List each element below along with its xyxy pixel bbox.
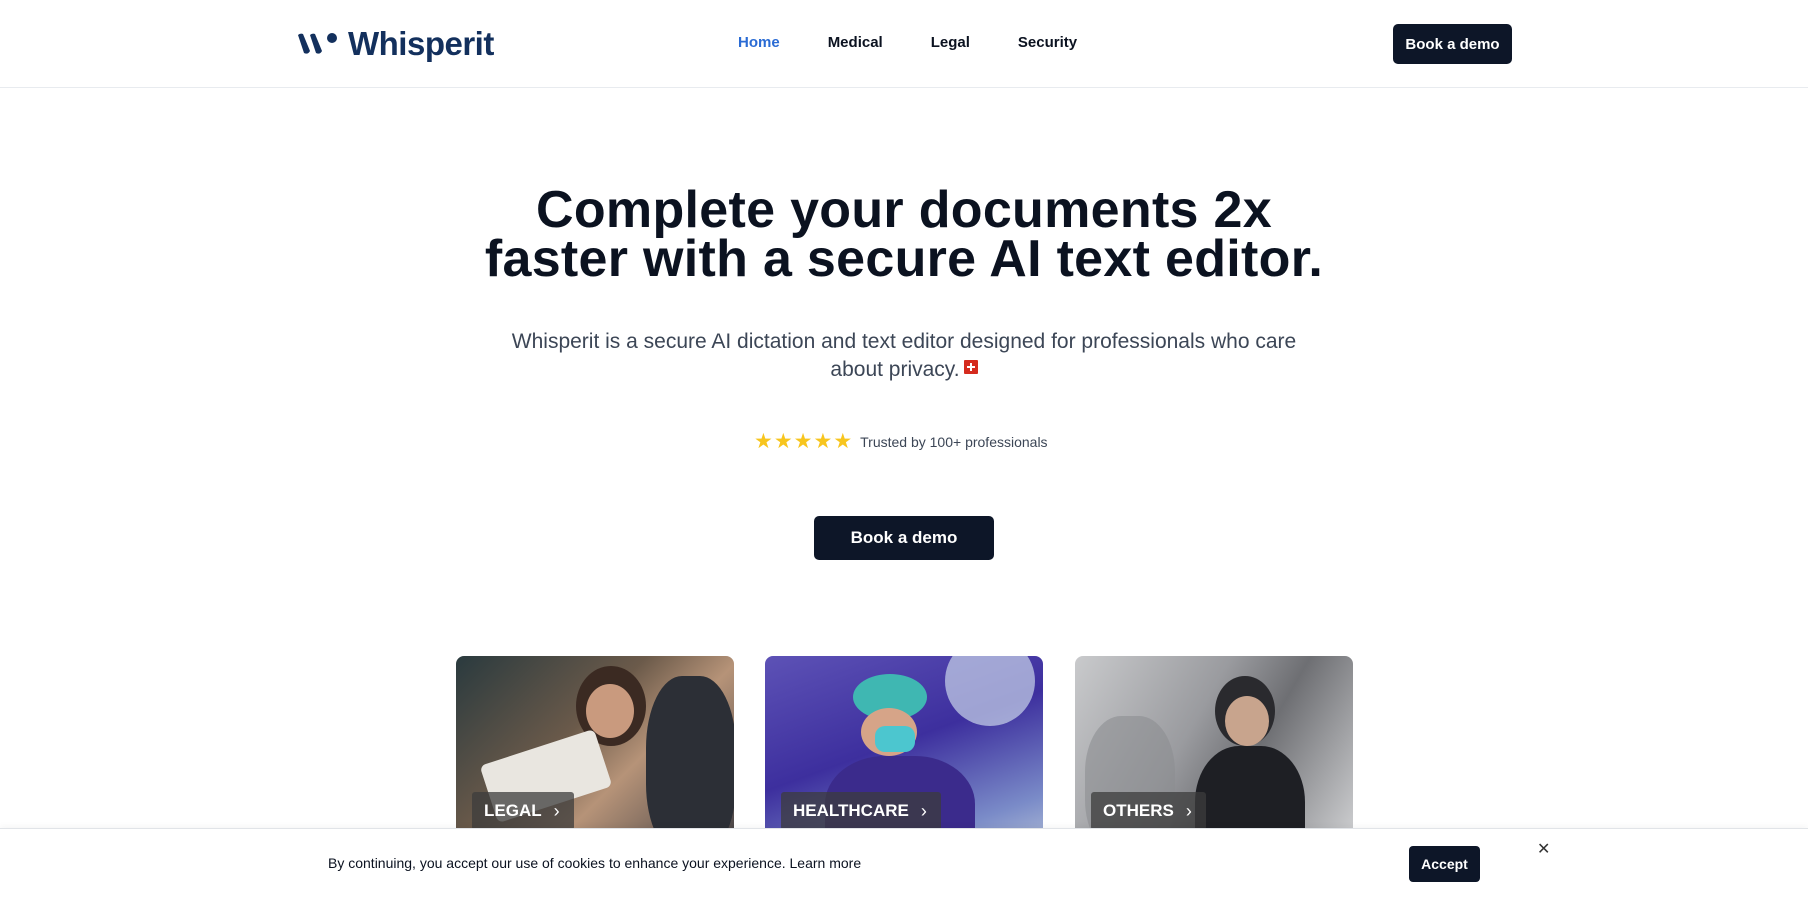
chevron-right-icon: › bbox=[553, 800, 560, 821]
close-icon[interactable]: ✕ bbox=[1537, 839, 1550, 859]
rating-text: Trusted by 100+ professionals bbox=[860, 434, 1048, 450]
hero-title: Complete your documents 2x faster with a… bbox=[404, 184, 1404, 285]
brand-name: Whisperit bbox=[348, 25, 494, 62]
logo-mark-icon bbox=[296, 31, 340, 57]
hero-book-demo-button[interactable]: Book a demo bbox=[814, 516, 994, 560]
card-tag-others[interactable]: OTHERS › bbox=[1091, 792, 1206, 830]
nav-item-medical[interactable]: Medical bbox=[828, 34, 883, 51]
chevron-right-icon: › bbox=[1185, 800, 1192, 821]
header-book-demo-button[interactable]: Book a demo bbox=[1393, 24, 1512, 64]
chevron-right-icon: › bbox=[920, 800, 927, 821]
star-icon: ★ bbox=[793, 430, 813, 453]
card-others[interactable]: OTHERS › bbox=[1075, 656, 1353, 856]
card-label: OTHERS bbox=[1103, 801, 1174, 820]
rating: ★ ★ ★ ★ ★ Trusted by 100+ professionals bbox=[754, 430, 1048, 453]
nav-item-home[interactable]: Home bbox=[738, 34, 780, 51]
swiss-flag-icon bbox=[963, 360, 978, 374]
hero-subtitle-line2: about privacy. bbox=[830, 358, 960, 381]
rating-stars: ★ ★ ★ ★ ★ bbox=[754, 430, 853, 453]
site-header: Whisperit Home Medical Legal Security Bo… bbox=[0, 0, 1808, 88]
card-healthcare[interactable]: HEALTHCARE › bbox=[765, 656, 1043, 856]
nav-item-legal[interactable]: Legal bbox=[931, 34, 970, 51]
star-icon: ★ bbox=[813, 430, 833, 453]
card-legal[interactable]: LEGAL › bbox=[456, 656, 734, 856]
cookie-learn-more-link[interactable]: Learn more bbox=[790, 855, 862, 871]
card-label: HEALTHCARE bbox=[793, 801, 909, 820]
card-tag-healthcare[interactable]: HEALTHCARE › bbox=[781, 792, 941, 830]
star-icon: ★ bbox=[833, 430, 853, 453]
star-icon: ★ bbox=[773, 430, 793, 453]
card-tag-legal[interactable]: LEGAL › bbox=[472, 792, 574, 830]
main-nav: Home Medical Legal Security bbox=[738, 34, 1077, 51]
cookie-message: By continuing, you accept our use of coo… bbox=[328, 855, 790, 871]
cookie-text: By continuing, you accept our use of coo… bbox=[328, 855, 861, 871]
hero-subtitle-line1: Whisperit is a secure AI dictation and t… bbox=[511, 330, 1297, 353]
card-label: LEGAL bbox=[484, 801, 542, 820]
hero-subtitle: Whisperit is a secure AI dictation and t… bbox=[504, 328, 1304, 384]
star-icon: ★ bbox=[754, 430, 773, 453]
cookie-banner: By continuing, you accept our use of coo… bbox=[0, 828, 1808, 897]
brand-logo[interactable]: Whisperit bbox=[296, 24, 494, 64]
nav-item-security[interactable]: Security bbox=[1018, 34, 1077, 51]
cookie-accept-button[interactable]: Accept bbox=[1409, 846, 1480, 882]
hero-title-line2: faster with a secure AI text editor. bbox=[484, 230, 1324, 288]
